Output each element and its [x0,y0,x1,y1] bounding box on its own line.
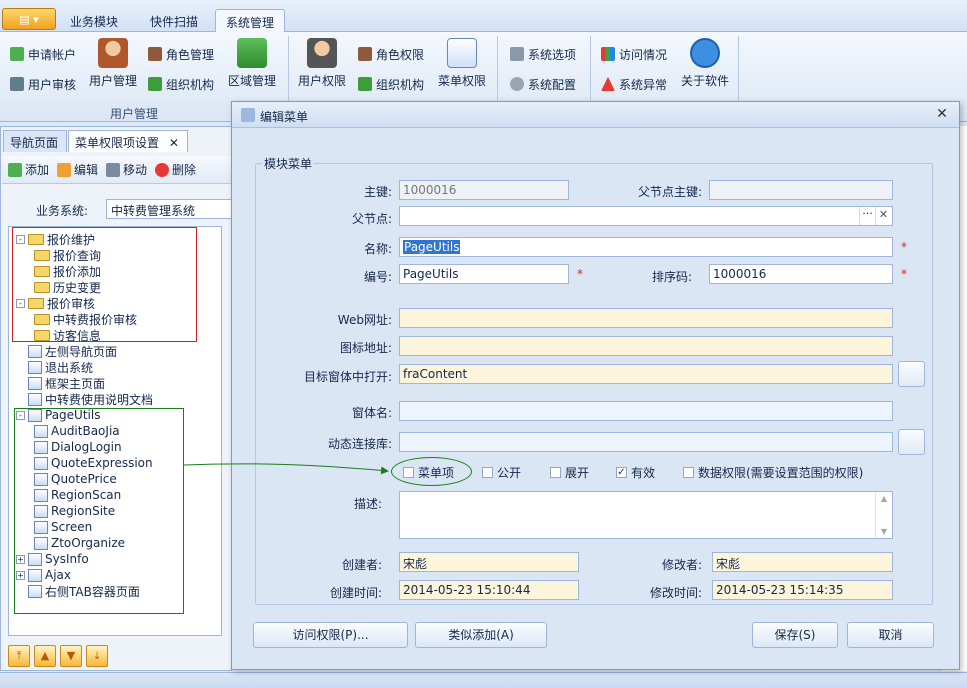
annotation-arrow [183,463,389,475]
